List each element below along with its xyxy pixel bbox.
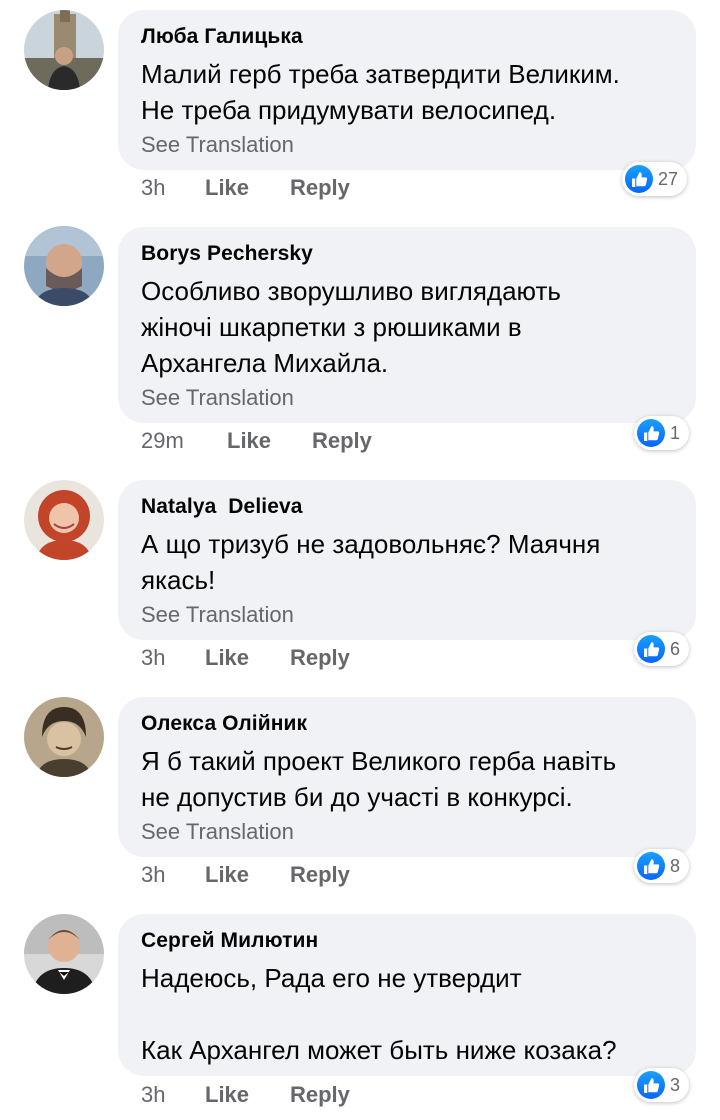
comment-text: Особливо зворушливо виглядають жіночі шк… <box>141 276 561 378</box>
comment-time[interactable]: 29m <box>141 426 227 456</box>
comment-text: Малий герб треба затвердити Великим. Не … <box>141 59 620 125</box>
comment-author[interactable]: Natalya Delieva <box>141 494 676 520</box>
comment-bubble: Natalya Delieva А що тризуб не задовольн… <box>118 480 696 640</box>
like-icon <box>637 419 665 447</box>
comment-bubble: Borys Pechersky Особливо зворушливо вигл… <box>118 227 696 423</box>
comment-bubble: Сергей Милютин Надеюсь, Рада его не утве… <box>118 914 696 1076</box>
comment-actions: 3h Like Reply <box>141 173 350 203</box>
reaction-count: 27 <box>658 168 679 189</box>
reaction-count: 3 <box>670 1074 681 1095</box>
reply-button[interactable]: Reply <box>290 643 350 673</box>
comment-author[interactable]: Олекса Олійник <box>141 711 676 737</box>
reaction-count: 6 <box>670 638 681 659</box>
reaction-count-badge[interactable]: 8 <box>634 849 690 883</box>
reaction-count: 1 <box>670 422 681 443</box>
see-translation-link[interactable]: See Translation <box>141 132 676 158</box>
comment-bubble: Люба Галицька Малий герб треба затвердит… <box>118 10 696 170</box>
avatar[interactable] <box>24 914 104 994</box>
comment-time[interactable]: 3h <box>141 643 205 673</box>
comment-bubble: Олекса Олійник Я б такий проект Великого… <box>118 697 696 857</box>
avatar[interactable] <box>24 480 104 560</box>
reaction-count-badge[interactable]: 6 <box>634 632 690 666</box>
comment-text: Я б такий проект Великого герба навіть н… <box>141 746 617 812</box>
like-icon <box>637 1071 665 1099</box>
reaction-count-badge[interactable]: 3 <box>634 1068 690 1102</box>
comment-actions: 3h Like Reply <box>141 643 350 673</box>
like-icon <box>625 165 653 193</box>
like-button[interactable]: Like <box>205 1080 290 1110</box>
comment-actions: 29m Like Reply <box>141 426 372 456</box>
like-button[interactable]: Like <box>205 643 290 673</box>
comment-author[interactable]: Сергей Милютин <box>141 928 676 954</box>
see-translation-link[interactable]: See Translation <box>141 819 676 845</box>
comment-time[interactable]: 3h <box>141 1080 205 1110</box>
like-icon <box>637 635 665 663</box>
comment-time[interactable]: 3h <box>141 173 205 203</box>
avatar[interactable] <box>24 10 104 90</box>
avatar[interactable] <box>24 697 104 777</box>
comment-actions: 3h Like Reply <box>141 860 350 890</box>
like-button[interactable]: Like <box>205 173 290 203</box>
reaction-count: 8 <box>670 855 681 876</box>
like-button[interactable]: Like <box>227 426 312 456</box>
like-button[interactable]: Like <box>205 860 290 890</box>
reply-button[interactable]: Reply <box>312 426 372 456</box>
comment-text: А що тризуб не задовольняє? Маячня якась… <box>141 529 601 595</box>
comment-time[interactable]: 3h <box>141 860 205 890</box>
avatar[interactable] <box>24 226 104 306</box>
reaction-count-badge[interactable]: 27 <box>622 162 688 196</box>
comment-author[interactable]: Borys Pechersky <box>141 241 676 267</box>
comment-text: Надеюсь, Рада его не утвердит Как Арханг… <box>141 963 617 1065</box>
see-translation-link[interactable]: See Translation <box>141 602 676 628</box>
reply-button[interactable]: Reply <box>290 173 350 203</box>
comment-actions: 3h Like Reply <box>141 1080 350 1110</box>
comment-author[interactable]: Люба Галицька <box>141 24 676 50</box>
like-icon <box>637 852 665 880</box>
reaction-count-badge[interactable]: 1 <box>634 416 690 450</box>
reply-button[interactable]: Reply <box>290 1080 350 1110</box>
see-translation-link[interactable]: See Translation <box>141 385 676 411</box>
reply-button[interactable]: Reply <box>290 860 350 890</box>
